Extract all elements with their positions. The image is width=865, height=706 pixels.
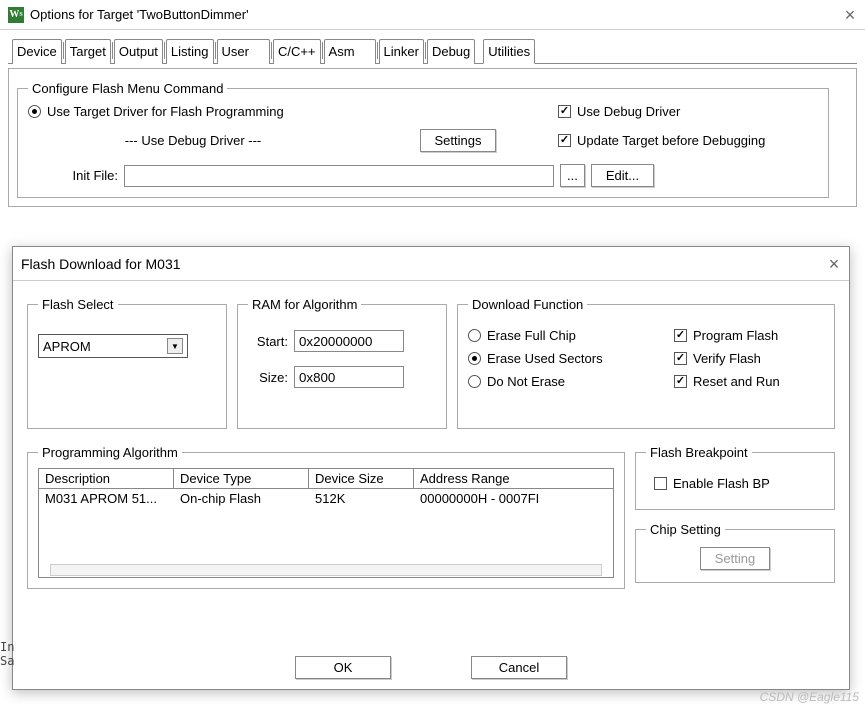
verify-flash-label: Verify Flash <box>693 351 761 366</box>
parent-titlebar: WS Options for Target 'TwoButtonDimmer' … <box>0 0 865 30</box>
erase-full-chip-radio[interactable] <box>468 329 481 342</box>
tab-listing[interactable]: Listing <box>166 39 214 64</box>
background-stub: InSa <box>0 640 14 668</box>
col-description: Description <box>39 469 174 488</box>
init-file-label: Init File: <box>28 168 118 183</box>
tab-utilities[interactable]: Utilities <box>483 39 535 64</box>
verify-flash-checkbox[interactable] <box>674 352 687 365</box>
enable-flash-bp-checkbox[interactable] <box>654 477 667 490</box>
flash-download-dialog: Flash Download for M031 × Flash Select A… <box>12 246 850 690</box>
erase-full-chip-label: Erase Full Chip <box>487 328 576 343</box>
configure-flash-legend: Configure Flash Menu Command <box>28 81 227 96</box>
flash-select-legend: Flash Select <box>38 297 118 312</box>
tab-target[interactable]: Target <box>65 39 111 64</box>
cell-desc: M031 APROM 51... <box>39 489 174 508</box>
tab-device[interactable]: Device <box>12 39 62 64</box>
app-icon: WS <box>8 7 24 23</box>
chip-setting-button: Setting <box>700 547 770 570</box>
debug-driver-line: --- Use Debug Driver --- <box>28 133 358 148</box>
ram-size-input[interactable] <box>294 366 404 388</box>
ram-legend: RAM for Algorithm <box>248 297 361 312</box>
utilities-panel: Configure Flash Menu Command Use Target … <box>8 68 857 207</box>
flash-select-fieldset: Flash Select APROM ▼ <box>27 297 227 429</box>
download-function-fieldset: Download Function Erase Full Chip Progra… <box>457 297 835 429</box>
col-device-type: Device Type <box>174 469 309 488</box>
dialog-title: Flash Download for M031 <box>21 256 827 272</box>
col-device-size: Device Size <box>309 469 414 488</box>
ram-fieldset: RAM for Algorithm Start: Size: <box>237 297 447 429</box>
flash-breakpoint-fieldset: Flash Breakpoint Enable Flash BP <box>635 445 835 510</box>
program-flash-label: Program Flash <box>693 328 778 343</box>
dialog-close-icon[interactable]: × <box>827 257 841 271</box>
cell-size: 512K <box>309 489 414 508</box>
use-target-driver-label: Use Target Driver for Flash Programming <box>47 104 284 119</box>
tab-user[interactable]: User <box>217 39 270 64</box>
configure-flash-fieldset: Configure Flash Menu Command Use Target … <box>17 81 829 198</box>
tab-output[interactable]: Output <box>114 39 163 64</box>
do-not-erase-label: Do Not Erase <box>487 374 565 389</box>
parent-close-icon[interactable]: × <box>843 8 857 22</box>
reset-and-run-checkbox[interactable] <box>674 375 687 388</box>
ok-button[interactable]: OK <box>295 656 391 679</box>
use-debug-driver-label: Use Debug Driver <box>577 104 680 119</box>
table-row[interactable]: M031 APROM 51... On-chip Flash 512K 0000… <box>39 489 613 508</box>
parent-title: Options for Target 'TwoButtonDimmer' <box>30 7 843 22</box>
prog-legend: Programming Algorithm <box>38 445 182 460</box>
flash-select-dropdown[interactable]: APROM ▼ <box>38 334 188 358</box>
col-address-range: Address Range <box>414 469 613 488</box>
settings-button[interactable]: Settings <box>420 129 497 152</box>
chevron-down-icon: ▼ <box>167 338 183 354</box>
tab-asm[interactable]: Asm <box>324 39 376 64</box>
use-debug-driver-checkbox[interactable] <box>558 105 571 118</box>
ram-start-label: Start: <box>248 334 288 349</box>
cancel-button[interactable]: Cancel <box>471 656 567 679</box>
cell-range: 00000000H - 0007FI <box>414 489 613 508</box>
tab-cpp[interactable]: C/C++ <box>273 39 321 64</box>
fbp-legend: Flash Breakpoint <box>646 445 752 460</box>
erase-used-sectors-radio[interactable] <box>468 352 481 365</box>
ram-start-input[interactable] <box>294 330 404 352</box>
chip-setting-fieldset: Chip Setting Setting <box>635 522 835 583</box>
dlfunc-legend: Download Function <box>468 297 587 312</box>
tab-linker[interactable]: Linker <box>379 39 424 64</box>
update-target-label: Update Target before Debugging <box>577 133 765 148</box>
watermark: CSDN @Eagle115 <box>760 690 859 704</box>
ram-size-label: Size: <box>248 370 288 385</box>
tab-bar: Device Target Output Listing User C/C++ … <box>8 38 857 64</box>
reset-and-run-label: Reset and Run <box>693 374 780 389</box>
program-flash-checkbox[interactable] <box>674 329 687 342</box>
cell-type: On-chip Flash <box>174 489 309 508</box>
init-file-input[interactable] <box>124 165 554 187</box>
do-not-erase-radio[interactable] <box>468 375 481 388</box>
update-target-checkbox[interactable] <box>558 134 571 147</box>
programming-algorithm-fieldset: Programming Algorithm Description Device… <box>27 445 625 589</box>
browse-button[interactable]: ... <box>560 164 585 187</box>
flash-select-value: APROM <box>43 339 91 354</box>
tab-debug[interactable]: Debug <box>427 39 475 64</box>
chip-setting-legend: Chip Setting <box>646 522 725 537</box>
enable-flash-bp-label: Enable Flash BP <box>673 476 770 491</box>
table-scrollbar[interactable] <box>50 564 602 576</box>
erase-used-sectors-label: Erase Used Sectors <box>487 351 603 366</box>
algorithm-table[interactable]: Description Device Type Device Size Addr… <box>38 468 614 578</box>
edit-button[interactable]: Edit... <box>591 164 654 187</box>
use-target-driver-radio[interactable] <box>28 105 41 118</box>
